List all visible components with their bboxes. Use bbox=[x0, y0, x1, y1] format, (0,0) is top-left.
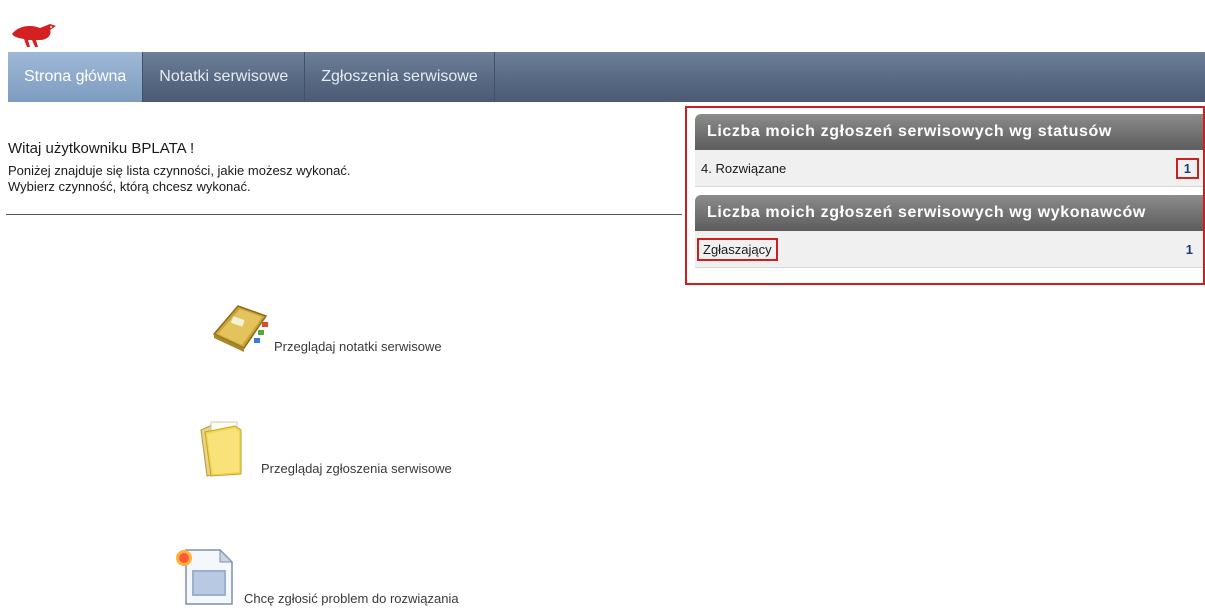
summary-panel: Liczba moich zgłoszeń serwisowych wg sta… bbox=[685, 106, 1205, 285]
contractor-row-label: Zgłaszający bbox=[697, 237, 778, 261]
main-navbar: Strona główna Notatki serwisowe Zgłoszen… bbox=[8, 52, 1205, 102]
action-browse-notes[interactable]: Przeglądaj notatki serwisowe bbox=[208, 300, 442, 356]
action-label[interactable]: Chcę zgłosić problem do rozwiązania bbox=[244, 591, 459, 606]
contractor-section-header: Liczba moich zgłoszeń serwisowych wg wyk… bbox=[695, 195, 1203, 231]
welcome-divider bbox=[6, 214, 682, 215]
status-row-count[interactable]: 1 bbox=[1175, 157, 1199, 179]
notebook-icon bbox=[212, 305, 268, 352]
welcome-instruction-2: Wybierz czynność, którą chcesz wykonać. bbox=[8, 179, 251, 194]
action-report-problem[interactable]: Chcę zgłosić problem do rozwiązania bbox=[170, 544, 459, 608]
status-row[interactable]: 4. Rozwiązane 1 bbox=[695, 150, 1203, 187]
welcome-block: Witaj użytkowniku BPLATA ! Poniżej znajd… bbox=[6, 140, 682, 215]
status-row-label: 4. Rozwiązane bbox=[701, 160, 787, 176]
welcome-title: Witaj użytkowniku BPLATA ! bbox=[8, 140, 195, 157]
action-label[interactable]: Przeglądaj notatki serwisowe bbox=[274, 339, 442, 354]
folder-icon bbox=[200, 421, 242, 477]
red-bird-logo-icon bbox=[12, 24, 56, 47]
contractor-row[interactable]: Zgłaszający 1 bbox=[695, 231, 1203, 268]
tab-home[interactable]: Strona główna bbox=[8, 52, 144, 102]
welcome-instruction-1: Poniżej znajduje się lista czynności, ja… bbox=[8, 163, 351, 178]
status-section-header: Liczba moich zgłoszeń serwisowych wg sta… bbox=[695, 114, 1203, 150]
tab-service-notes[interactable]: Notatki serwisowe bbox=[143, 52, 306, 102]
action-browse-requests[interactable]: Przeglądaj zgłoszenia serwisowe bbox=[195, 418, 452, 478]
new-document-icon bbox=[176, 548, 234, 605]
tab-service-requests[interactable]: Zgłoszenia serwisowe bbox=[305, 52, 495, 102]
action-label[interactable]: Przeglądaj zgłoszenia serwisowe bbox=[261, 461, 452, 476]
app-logo[interactable] bbox=[10, 20, 60, 50]
contractor-row-count[interactable]: 1 bbox=[1180, 241, 1199, 258]
